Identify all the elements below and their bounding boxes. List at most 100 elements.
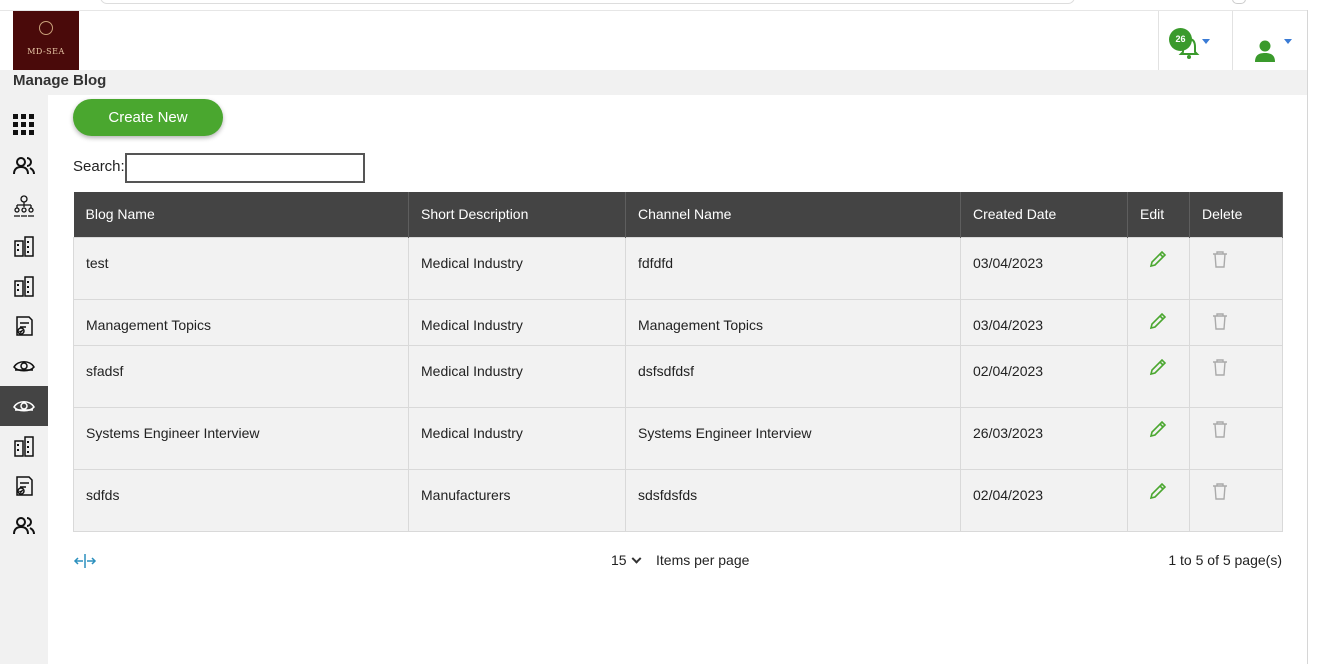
trash-icon[interactable] [1210,481,1230,501]
pagination-bar: 15 Items per page 1 to 5 of 5 page(s) [48,550,1307,574]
notification-count-badge: 26 [1169,28,1192,51]
search-label: Search: [73,158,125,175]
trash-icon[interactable] [1210,357,1230,377]
sidebar-item-dashboard[interactable] [0,105,48,145]
table-row: Management Topics Medical Industry Manag… [73,298,1283,346]
edit-pencil-icon[interactable] [1148,311,1168,331]
pagination-range-text: 1 to 5 of 5 page(s) [1168,552,1282,568]
cell-delete [1189,406,1283,470]
top-header: MD-SEA 26 [0,10,1307,71]
cell-short-description: Medical Industry [408,236,626,300]
column-header-short-description[interactable]: Short Description [408,192,626,237]
expand-columns-icon[interactable] [73,553,97,569]
cell-blog-name: sfadsf [73,344,409,408]
items-per-page-select[interactable]: 15 [611,552,642,568]
cell-delete [1189,344,1283,408]
cell-channel-name: fdfdfd [625,236,961,300]
cell-channel-name: dsfsdfdsf [625,344,961,408]
column-header-blog-name[interactable]: Blog Name [73,192,409,237]
edit-pencil-icon[interactable] [1148,481,1168,501]
sidebar-item-organization[interactable] [0,186,48,226]
sidebar-item-documents-2[interactable] [0,466,48,506]
brand-logo[interactable]: MD-SEA [13,11,79,71]
column-header-channel-name[interactable]: Channel Name [625,192,961,237]
table-row: test Medical Industry fdfdfd 03/04/2023 [73,236,1283,300]
users-icon [13,517,35,535]
cell-created-date: 03/04/2023 [960,298,1128,346]
sidebar-item-companies-3[interactable] [0,426,48,466]
sidebar-item-blog-active[interactable] [0,386,48,426]
buildings-icon [14,436,34,457]
header-divider [1232,11,1233,71]
cell-short-description: Manufacturers [408,468,626,532]
eye-icon [13,401,35,412]
create-new-button[interactable]: Create New [73,99,223,136]
header-divider [1158,11,1159,71]
browser-top-strip [0,0,1320,10]
table-header-row: Blog Name Short Description Channel Name… [73,192,1283,237]
cell-edit [1127,344,1190,408]
trash-icon[interactable] [1210,249,1230,269]
cell-edit [1127,236,1190,300]
browser-button-edge [1232,0,1246,4]
cell-blog-name: test [73,236,409,300]
sidebar-item-documents[interactable] [0,306,48,346]
chevron-down-icon [631,553,642,564]
user-avatar-icon[interactable] [1254,39,1276,63]
cell-blog-name: Systems Engineer Interview [73,406,409,470]
buildings-icon [14,236,34,257]
users-icon [13,157,35,175]
edit-pencil-icon[interactable] [1148,357,1168,377]
search-input[interactable] [125,153,365,183]
cell-channel-name: sdsfdsfds [625,468,961,532]
cell-channel-name: Systems Engineer Interview [625,406,961,470]
cell-edit [1127,298,1190,346]
logo-emblem-icon [39,21,53,35]
cell-short-description: Medical Industry [408,298,626,346]
sidebar-item-companies-2[interactable] [0,266,48,306]
sidebar-item-view[interactable] [0,346,48,386]
scrollbar-edge [1307,10,1308,664]
cell-delete [1189,468,1283,532]
items-per-page-value: 15 [611,552,627,568]
main-content: Create New Search: Blog Name Short Descr… [48,95,1307,664]
sidebar-item-users-2[interactable] [0,506,48,546]
cell-blog-name: sdfds [73,468,409,532]
cell-delete [1189,298,1283,346]
app-frame: MD-SEA 26 Manage Blog Create New Search:… [0,0,1320,664]
org-chart-icon [14,195,34,217]
trash-icon[interactable] [1210,311,1230,331]
cell-created-date: 26/03/2023 [960,406,1128,470]
column-header-delete: Delete [1189,192,1283,237]
cell-created-date: 02/04/2023 [960,468,1128,532]
buildings-icon [14,276,34,297]
page-title-bar: Manage Blog [0,70,1307,95]
sidebar-item-users[interactable] [0,146,48,186]
address-bar-edge [100,0,1075,4]
trash-icon[interactable] [1210,419,1230,439]
cell-channel-name: Management Topics [625,298,961,346]
cell-short-description: Medical Industry [408,344,626,408]
table-row: sdfds Manufacturers sdsfdsfds 02/04/2023 [73,468,1283,532]
column-header-edit: Edit [1127,192,1190,237]
notifications-caret-icon[interactable] [1202,39,1210,44]
table-row: sfadsf Medical Industry dsfsdfdsf 02/04/… [73,344,1283,408]
user-menu-caret-icon[interactable] [1284,39,1292,44]
edit-pencil-icon[interactable] [1148,249,1168,269]
sidebar-item-companies[interactable] [0,226,48,266]
cell-short-description: Medical Industry [408,406,626,470]
document-check-icon [16,476,33,496]
cell-created-date: 02/04/2023 [960,344,1128,408]
blog-table: Blog Name Short Description Channel Name… [73,192,1283,532]
logo-text: MD-SEA [27,47,65,56]
column-header-created-date[interactable]: Created Date [960,192,1128,237]
items-per-page-label: Items per page [656,552,750,568]
eye-icon [13,361,35,372]
sidebar [0,95,48,664]
apps-grid-icon [13,114,34,135]
cell-created-date: 03/04/2023 [960,236,1128,300]
document-check-icon [16,316,33,336]
edit-pencil-icon[interactable] [1148,419,1168,439]
table-row: Systems Engineer Interview Medical Indus… [73,406,1283,470]
cell-blog-name: Management Topics [73,298,409,346]
